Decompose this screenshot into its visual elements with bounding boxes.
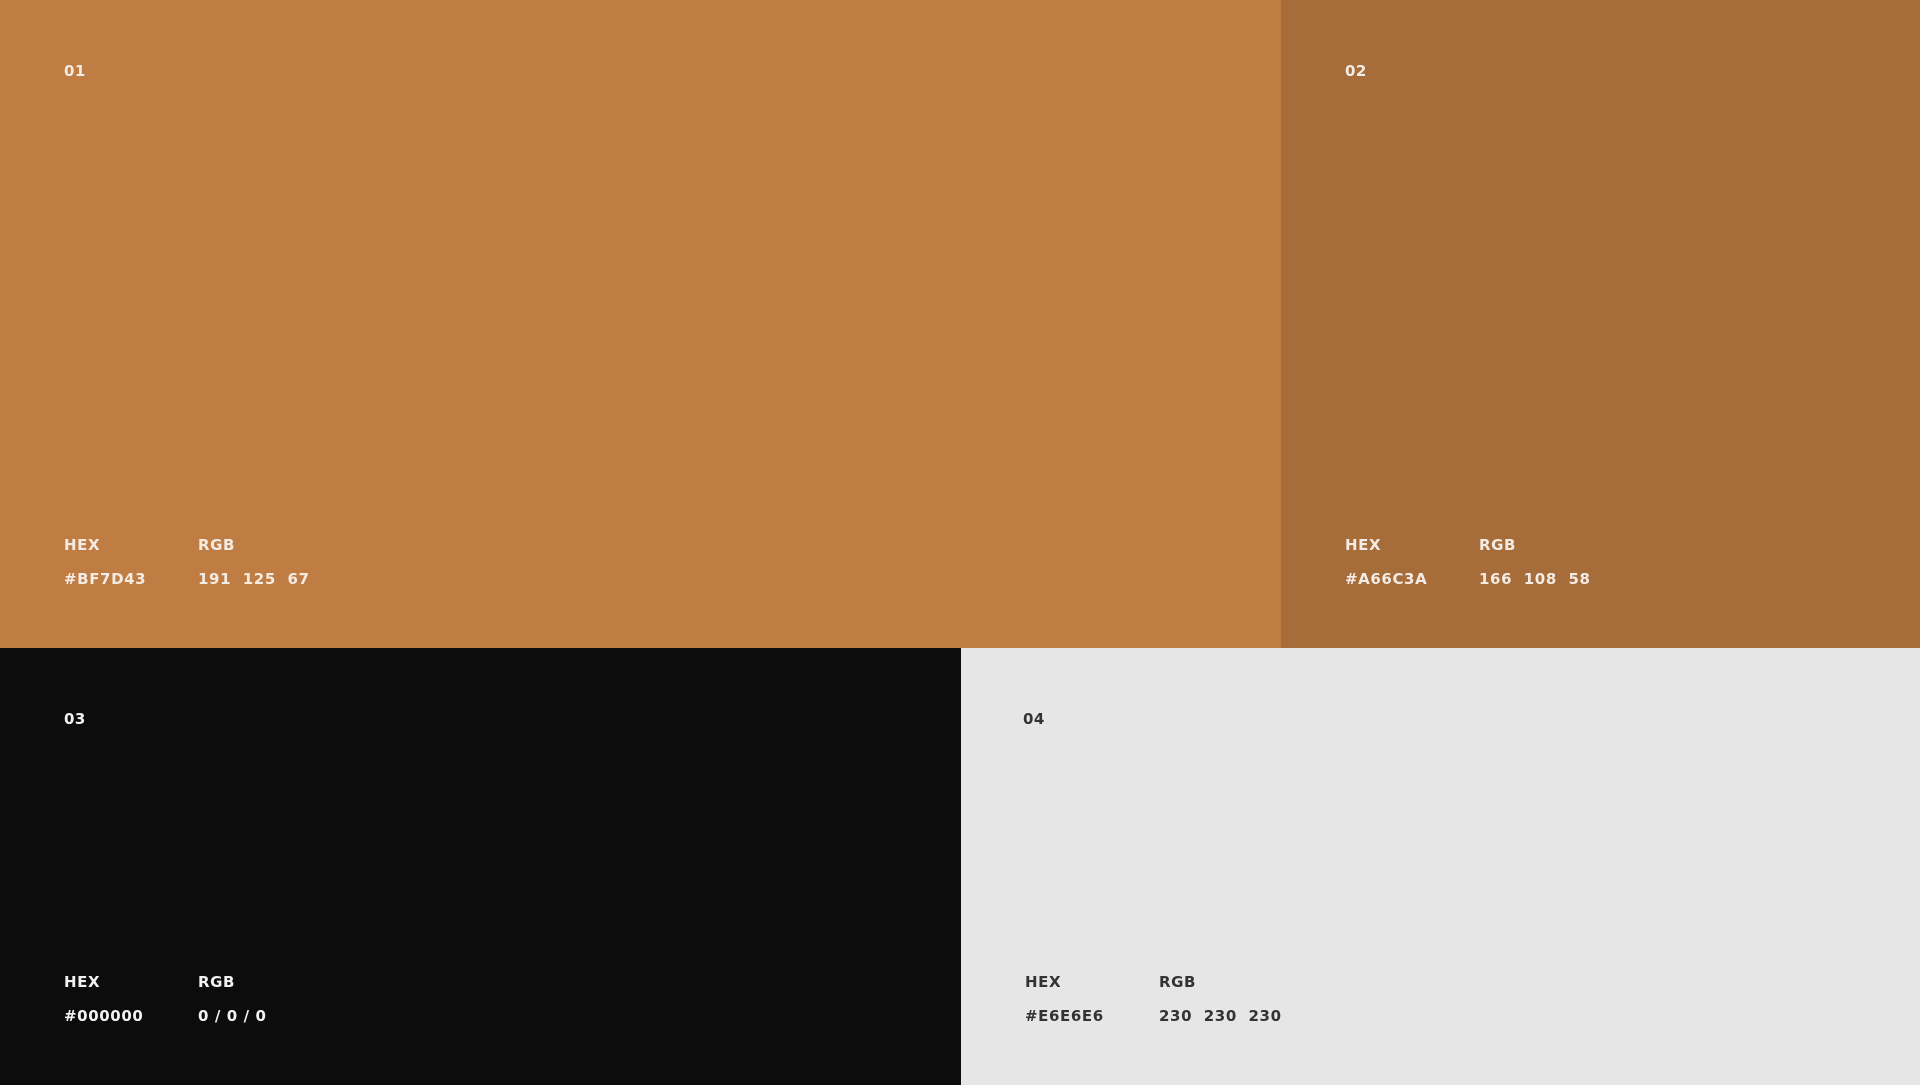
rgb-label: RGB	[198, 973, 236, 991]
swatch-info: HEX #000000 RGB 0 / 0 / 0	[64, 973, 398, 1025]
rgb-label: RGB	[198, 536, 236, 554]
swatch-03: 03 HEX #000000 RGB 0 / 0 / 0	[0, 648, 961, 1085]
hex-label: HEX	[1025, 973, 1062, 991]
hex-label: HEX	[64, 536, 101, 554]
swatch-info: HEX #BF7D43 RGB 191 125 67	[64, 536, 398, 588]
color-palette: 01 HEX #BF7D43 RGB 191 125 67 02 HEX #A6…	[0, 0, 1920, 1085]
hex-label: HEX	[1345, 536, 1382, 554]
hex-value: #BF7D43	[64, 570, 147, 588]
swatch-number: 02	[1345, 62, 1367, 80]
swatch-info: HEX #E6E6E6 RGB 230 230 230	[1025, 973, 1359, 1025]
swatch-number: 03	[64, 710, 86, 728]
swatch-01: 01 HEX #BF7D43 RGB 191 125 67	[0, 0, 1281, 648]
swatch-number: 04	[1023, 710, 1045, 728]
hex-value: #A66C3A	[1345, 570, 1428, 588]
rgb-value: 166 108 58	[1479, 570, 1591, 588]
hex-value: #000000	[64, 1007, 144, 1025]
hex-value: #E6E6E6	[1025, 1007, 1104, 1025]
rgb-label: RGB	[1479, 536, 1517, 554]
rgb-value: 191 125 67	[198, 570, 310, 588]
swatch-04: 04 HEX #E6E6E6 RGB 230 230 230	[961, 648, 1920, 1085]
rgb-value: 0 / 0 / 0	[198, 1007, 267, 1025]
rgb-label: RGB	[1159, 973, 1197, 991]
hex-label: HEX	[64, 973, 101, 991]
swatch-02: 02 HEX #A66C3A RGB 166 108 58	[1281, 0, 1920, 648]
rgb-value: 230 230 230	[1159, 1007, 1282, 1025]
swatch-number: 01	[64, 62, 86, 80]
swatch-info: HEX #A66C3A RGB 166 108 58	[1345, 536, 1679, 588]
